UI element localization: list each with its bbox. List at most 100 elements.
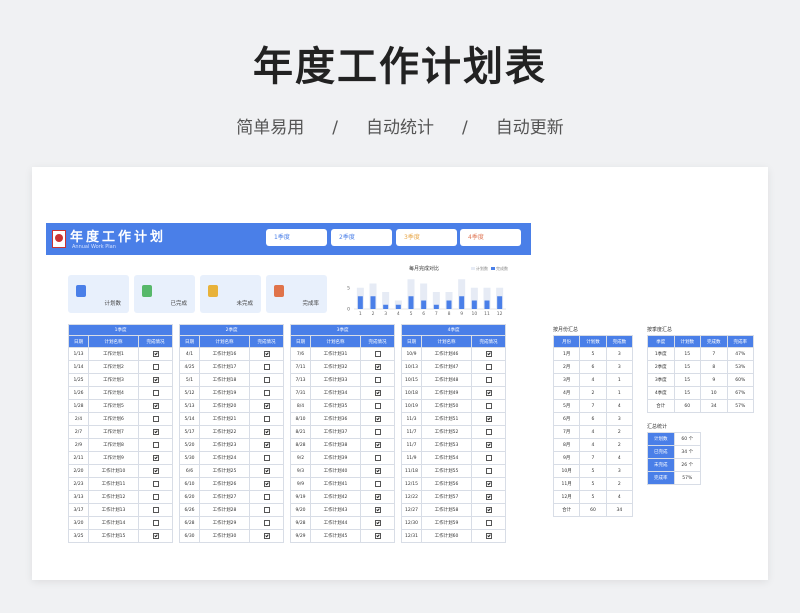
status-cell [248, 399, 285, 413]
plan-name-cell: 工作计划25 [199, 464, 250, 478]
checkbox[interactable] [263, 402, 270, 409]
status-cell [137, 360, 174, 374]
checkbox[interactable] [152, 363, 159, 370]
checkbox[interactable] [374, 350, 381, 357]
table-row: 8/4 工作计划35 [290, 399, 396, 413]
checkbox[interactable] [263, 467, 270, 474]
checkbox[interactable] [485, 363, 492, 370]
checkbox[interactable] [374, 480, 381, 487]
checkbox[interactable] [374, 454, 381, 461]
status-cell [248, 438, 285, 452]
checkbox[interactable] [152, 428, 159, 435]
tagline-item: 简单易用 [236, 118, 305, 138]
status-cell [359, 425, 396, 439]
checkbox[interactable] [152, 519, 159, 526]
checkbox[interactable] [263, 454, 270, 461]
plan-name-cell: 工作计划5 [88, 399, 139, 413]
checkbox[interactable] [374, 441, 381, 448]
plan-name-cell: 工作计划53 [421, 438, 472, 452]
checkbox[interactable] [263, 415, 270, 422]
quarter-header: 4季度 [400, 324, 507, 336]
table-row: 11月 5 2 [552, 477, 634, 491]
status-cell [359, 464, 396, 478]
checkbox[interactable] [152, 493, 159, 500]
checkbox[interactable] [152, 506, 159, 513]
checkbox[interactable] [152, 441, 159, 448]
table-cell: 10 [700, 386, 728, 400]
plan-name-cell: 工作计划31 [310, 347, 361, 361]
checkbox[interactable] [374, 506, 381, 513]
status-cell [470, 412, 507, 426]
checkbox[interactable] [485, 441, 492, 448]
checkbox[interactable] [485, 415, 492, 422]
table-row: 8/21 工作计划37 [290, 425, 396, 439]
status-cell [248, 386, 285, 400]
checkbox[interactable] [152, 389, 159, 396]
checkbox[interactable] [485, 376, 492, 383]
checkbox[interactable] [152, 532, 159, 539]
checkbox[interactable] [374, 493, 381, 500]
separator: / [462, 118, 468, 138]
checkbox[interactable] [152, 480, 159, 487]
checkbox[interactable] [374, 532, 381, 539]
checkbox[interactable] [485, 467, 492, 474]
checkbox[interactable] [152, 376, 159, 383]
quarter-box-1[interactable]: 1季度 [266, 229, 327, 246]
table-row: 3月 4 1 [552, 373, 634, 387]
checkbox[interactable] [374, 376, 381, 383]
table-cell: 34 [605, 503, 634, 517]
checkbox[interactable] [263, 363, 270, 370]
checkbox[interactable] [263, 532, 270, 539]
checkbox[interactable] [263, 493, 270, 500]
checkbox[interactable] [152, 467, 159, 474]
checkbox[interactable] [485, 454, 492, 461]
checkbox[interactable] [485, 493, 492, 500]
checkbox[interactable] [263, 376, 270, 383]
table-cell: 9月 [552, 451, 581, 465]
plan-name-cell: 工作计划28 [199, 503, 250, 517]
table-row: 10/18 工作计划49 [401, 386, 507, 400]
quarter-box-2[interactable]: 2季度 [331, 229, 392, 246]
checkbox[interactable] [374, 519, 381, 526]
checkbox[interactable] [263, 480, 270, 487]
status-cell [248, 373, 285, 387]
table-cell: 4季度 [647, 386, 675, 400]
plan-name-cell: 工作计划16 [199, 347, 250, 361]
table-row: 12/31 工作计划60 [401, 529, 507, 543]
checkbox[interactable] [485, 519, 492, 526]
checkbox[interactable] [485, 532, 492, 539]
kpi-completion-rate: 完成率 [266, 275, 327, 313]
checkbox[interactable] [374, 428, 381, 435]
checkbox[interactable] [152, 350, 159, 357]
checkbox[interactable] [152, 454, 159, 461]
plan-name-cell: 工作计划60 [421, 529, 472, 543]
checkbox[interactable] [263, 389, 270, 396]
quarter-header: 3季度 [289, 324, 396, 336]
table-cell: 2 [605, 425, 634, 439]
checkbox[interactable] [374, 402, 381, 409]
checkbox[interactable] [374, 467, 381, 474]
checkbox[interactable] [374, 389, 381, 396]
quarter-box-3[interactable]: 3季度 [396, 229, 457, 246]
plan-name-cell: 工作计划50 [421, 399, 472, 413]
checkbox[interactable] [485, 506, 492, 513]
bar-done [395, 304, 401, 309]
checkbox[interactable] [263, 441, 270, 448]
checkbox[interactable] [485, 389, 492, 396]
checkbox[interactable] [374, 363, 381, 370]
table-row: 3季度 15 9 60% [647, 373, 754, 387]
x-tick-label: 4 [397, 311, 400, 317]
checkbox[interactable] [152, 415, 159, 422]
checkbox[interactable] [263, 506, 270, 513]
quarter-box-4[interactable]: 4季度 [460, 229, 521, 246]
status-cell [359, 529, 396, 543]
checkbox[interactable] [263, 350, 270, 357]
checkbox[interactable] [485, 402, 492, 409]
checkbox[interactable] [374, 415, 381, 422]
checkbox[interactable] [485, 480, 492, 487]
checkbox[interactable] [263, 428, 270, 435]
checkbox[interactable] [263, 519, 270, 526]
checkbox[interactable] [485, 428, 492, 435]
checkbox[interactable] [485, 350, 492, 357]
checkbox[interactable] [152, 402, 159, 409]
